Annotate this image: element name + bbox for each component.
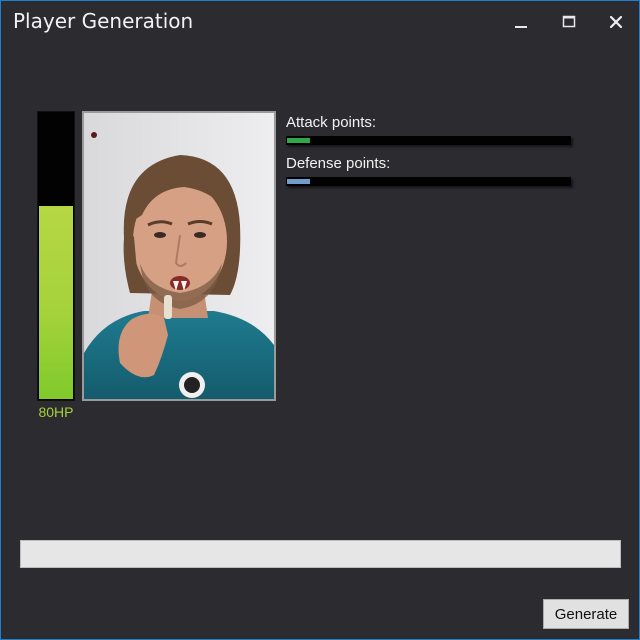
close-icon xyxy=(609,15,623,29)
health-bar-fill xyxy=(39,206,73,399)
health-label: 80HP xyxy=(38,404,74,420)
close-button[interactable] xyxy=(599,7,633,37)
generation-progress-bar xyxy=(20,540,621,568)
health-bar xyxy=(37,111,75,401)
generate-button[interactable]: Generate xyxy=(543,599,629,629)
title-bar[interactable]: Player Generation xyxy=(1,1,639,43)
minimize-button[interactable] xyxy=(504,7,538,37)
defense-bar-fill xyxy=(287,179,310,184)
attack-bar xyxy=(286,136,571,145)
maximize-button[interactable] xyxy=(552,7,586,37)
defense-bar xyxy=(286,177,571,186)
attack-bar-fill xyxy=(287,138,310,143)
window-title: Player Generation xyxy=(13,9,194,33)
defense-label: Defense points: xyxy=(286,155,391,172)
maximize-icon xyxy=(562,15,576,28)
attack-label: Attack points: xyxy=(286,114,377,131)
player-generation-window: Player Generation 80HP Attack points: De… xyxy=(0,0,640,640)
player-portrait xyxy=(82,111,276,401)
minimize-icon xyxy=(515,26,527,28)
player-photo xyxy=(84,113,274,399)
